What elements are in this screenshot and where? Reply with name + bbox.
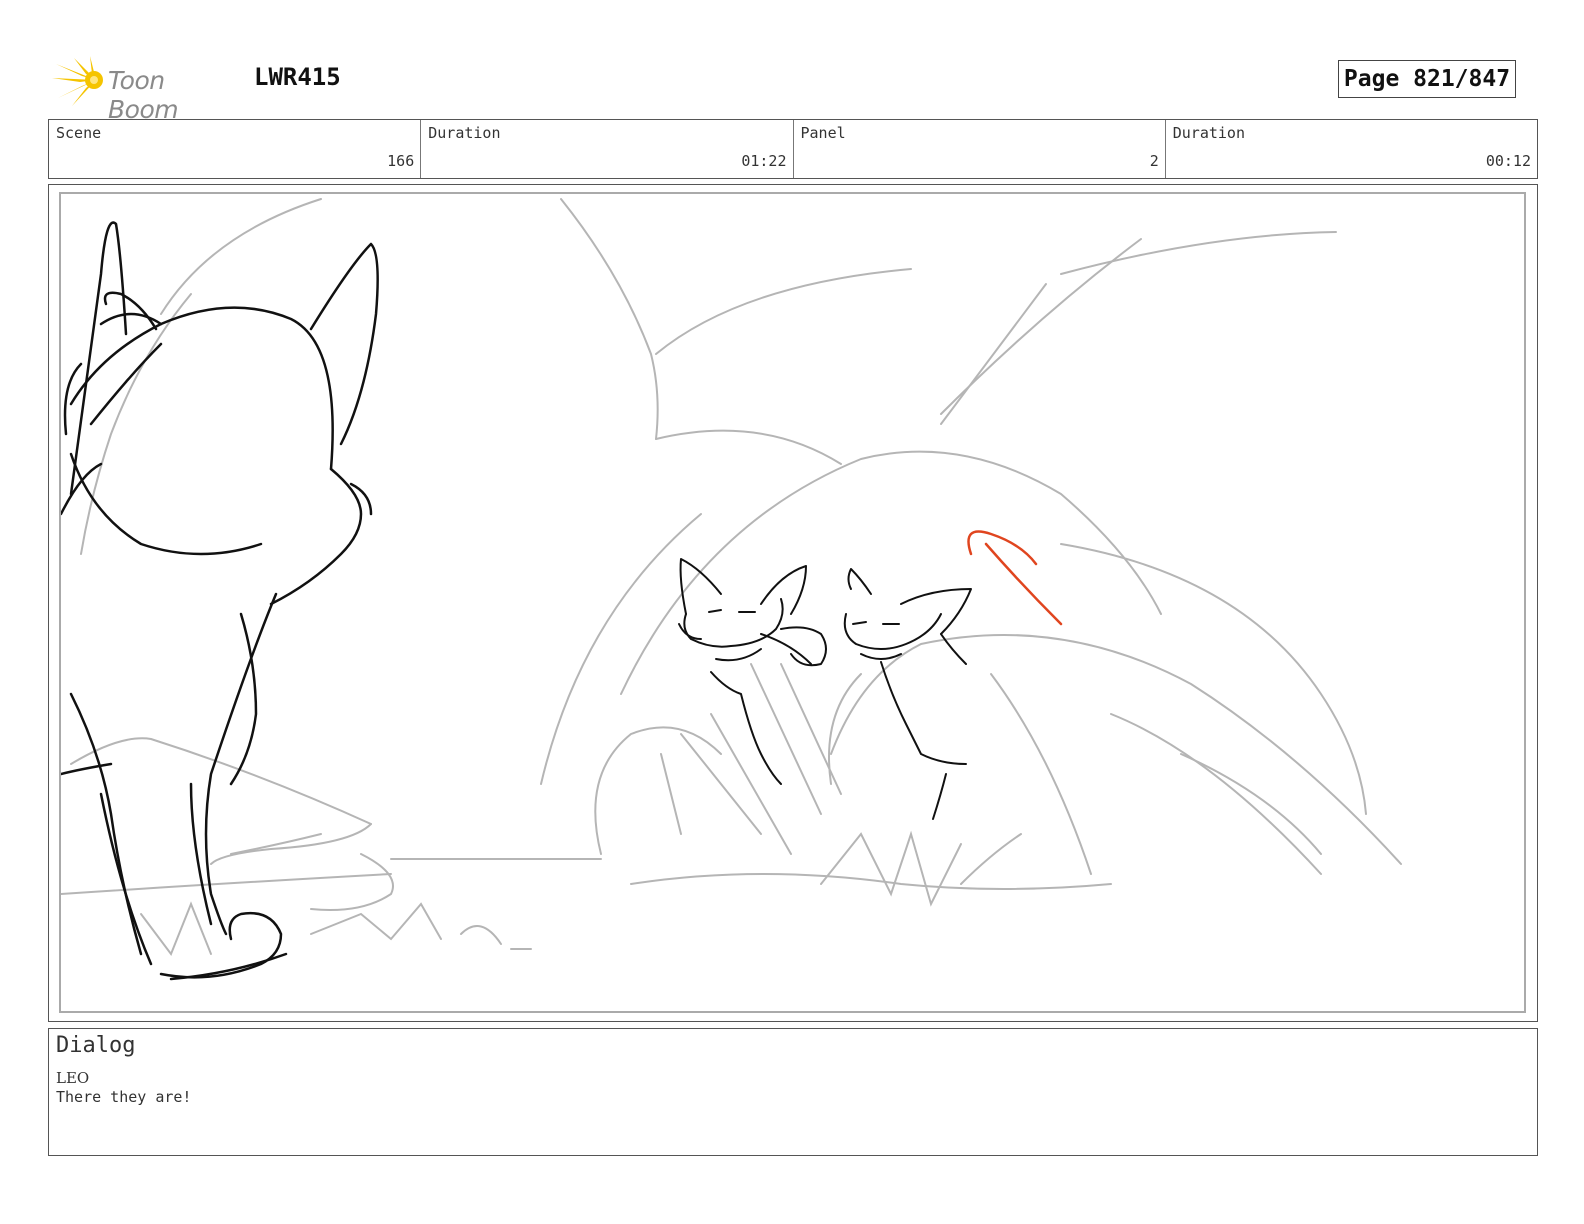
scene-duration-label: Duration <box>428 124 501 142</box>
scene-cell: Scene 166 <box>49 120 422 178</box>
scene-duration-cell: Duration 01:22 <box>421 120 794 178</box>
toon-boom-logo: Toon Boom <box>52 56 242 124</box>
dialog-speaker: LEO <box>56 1069 90 1087</box>
project-code: LWR415 <box>254 63 341 91</box>
toon-boom-starburst-icon <box>52 56 103 106</box>
sketch-drawing <box>61 198 1402 981</box>
dialog-title: Dialog <box>56 1033 136 1058</box>
storyboard-panel-frame <box>48 184 1538 1022</box>
panel-duration-cell: Duration 00:12 <box>1166 120 1537 178</box>
page-indicator: Page 821/847 <box>1338 60 1516 98</box>
panel-label: Panel <box>800 124 846 142</box>
panel-cell: Panel 2 <box>794 120 1166 178</box>
dialog-box: Dialog LEO There they are! <box>48 1028 1538 1156</box>
scene-duration-value: 01:22 <box>741 152 787 170</box>
storyboard-panel-image <box>59 192 1526 1013</box>
panel-info-row: Scene 166 Duration 01:22 Panel 2 Duratio… <box>48 119 1538 179</box>
scene-label: Scene <box>56 124 102 142</box>
dialog-line: There they are! <box>56 1088 192 1106</box>
scene-value: 166 <box>387 152 415 170</box>
panel-value: 2 <box>1149 152 1159 170</box>
logo-text: Toon Boom <box>108 66 179 124</box>
panel-duration-label: Duration <box>1172 124 1245 142</box>
storyboard-header: Toon Boom LWR415 Page 821/847 <box>48 52 1538 124</box>
panel-duration-value: 00:12 <box>1485 152 1531 170</box>
